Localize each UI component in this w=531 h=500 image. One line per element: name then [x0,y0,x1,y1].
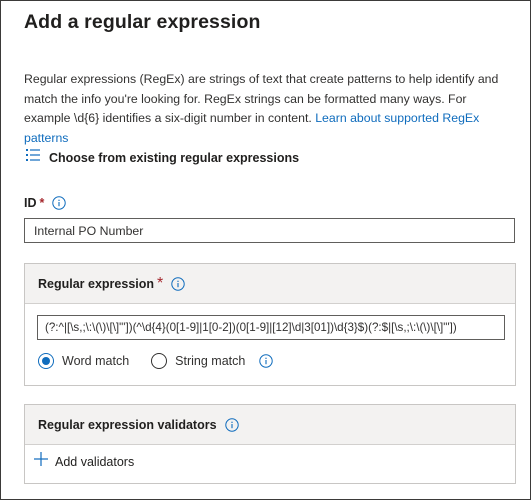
id-input[interactable] [24,218,515,243]
match-type-radio-group: Word match String match [38,353,274,369]
id-label: ID * [24,196,67,210]
validators-card: Regular expression validators Add valida… [24,404,516,484]
required-asterisk: * [157,274,164,292]
plus-icon [34,452,48,471]
info-icon[interactable] [259,354,274,368]
add-validators-button[interactable]: Add validators [34,452,134,471]
validators-card-title: Regular expression validators [38,417,217,432]
add-validators-label: Add validators [55,454,135,469]
regex-card-header: Regular expression * [25,264,515,304]
string-match-label: String match [175,354,246,368]
required-asterisk: * [39,196,45,210]
info-icon[interactable] [224,417,239,432]
radio-selected-icon [38,353,54,369]
info-icon[interactable] [52,196,67,210]
scrollbar[interactable] [519,1,530,499]
regex-card-title: Regular expression [38,276,155,291]
choose-existing-label: Choose from existing regular expressions [49,150,300,165]
info-icon[interactable] [171,276,185,291]
regex-card: Regular expression * Word match String m… [24,263,516,386]
panel: Add a regular expression Regular express… [0,0,531,500]
word-match-radio[interactable]: Word match [38,353,129,369]
description: Regular expressions (RegEx) are strings … [24,70,514,148]
choose-existing-button[interactable]: Choose from existing regular expressions [26,148,299,167]
string-match-radio[interactable]: String match [151,353,245,369]
word-match-label: Word match [62,354,130,368]
page-title: Add a regular expression [24,11,261,33]
regex-input[interactable] [37,315,505,340]
id-label-text: ID [24,196,37,210]
validators-card-header: Regular expression validators [25,405,515,445]
list-icon [26,148,41,167]
radio-unselected-icon [151,353,168,369]
